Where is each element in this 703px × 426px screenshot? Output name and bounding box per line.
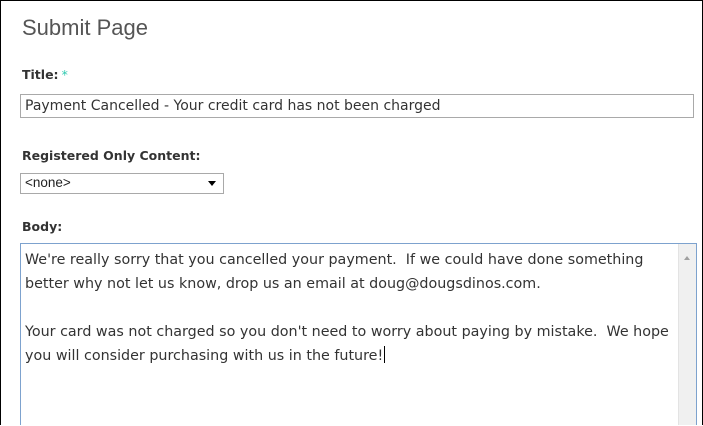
chevron-down-icon[interactable] [208, 181, 216, 186]
body-field-label: Body: [22, 219, 63, 234]
registered-only-selected-value: <none> [25, 175, 71, 190]
body-textarea[interactable]: We're really sorry that you cancelled yo… [20, 243, 697, 425]
body-text: We're really sorry that you cancelled yo… [25, 252, 669, 364]
submit-page-panel: Submit Page Title: * Payment Cancelled - … [0, 0, 703, 425]
scroll-up-arrow-icon[interactable] [684, 256, 690, 260]
title-field-label: Title: * [22, 67, 68, 82]
title-input[interactable]: Payment Cancelled - Your credit card has… [20, 94, 694, 118]
body-textarea-content[interactable]: We're really sorry that you cancelled yo… [25, 248, 670, 368]
textarea-scrollbar[interactable] [678, 244, 696, 425]
page-title: Submit Page [22, 15, 148, 40]
title-label-text: Title: [22, 67, 59, 82]
text-caret [384, 346, 386, 363]
registered-only-select[interactable]: <none> [20, 173, 224, 194]
registered-only-label: Registered Only Content: [22, 148, 201, 163]
required-marker: * [61, 67, 68, 82]
